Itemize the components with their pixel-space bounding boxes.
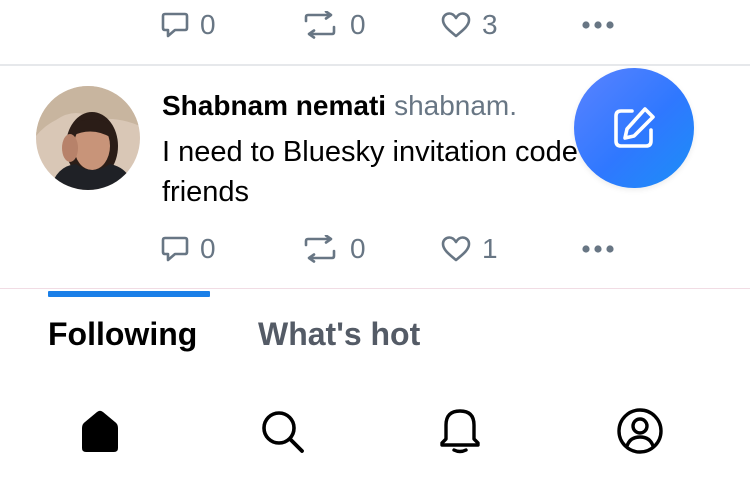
repost-button[interactable]: 0	[300, 224, 366, 274]
like-count: 3	[482, 9, 498, 40]
active-tab-indicator	[48, 291, 210, 297]
like-button[interactable]: 1	[440, 224, 498, 274]
nav-home[interactable]	[70, 396, 130, 466]
avatar-photo	[36, 86, 140, 190]
nav-search[interactable]	[252, 396, 312, 466]
previous-post-actions: 0 0 3	[0, 0, 750, 50]
tab-whats-hot[interactable]: What's hot	[258, 314, 420, 354]
heart-icon	[441, 236, 471, 262]
tab-bar-border	[0, 288, 750, 289]
post-divider	[0, 64, 750, 66]
author-name[interactable]: Shabnam nemati	[162, 90, 386, 121]
notifications-icon	[440, 409, 480, 454]
reply-count: 0	[200, 233, 216, 264]
compose-icon	[614, 107, 655, 148]
more-options-button[interactable]	[582, 0, 614, 50]
nav-profile[interactable]	[610, 396, 670, 466]
reply-icon	[161, 12, 189, 38]
reply-button[interactable]: 0	[160, 0, 216, 50]
home-icon	[82, 410, 118, 452]
author-handle[interactable]: shabnam.	[394, 90, 517, 121]
avatar[interactable]	[36, 86, 140, 190]
post-author: Shabnam nemati shabnam.	[162, 88, 517, 124]
like-button[interactable]: 3	[440, 0, 498, 50]
repost-button[interactable]: 0	[300, 0, 366, 50]
reply-button[interactable]: 0	[160, 224, 216, 274]
repost-icon	[304, 235, 336, 263]
repost-count: 0	[350, 9, 366, 40]
repost-icon	[304, 11, 336, 39]
nav-notifications[interactable]	[430, 396, 490, 466]
like-count: 1	[482, 233, 498, 264]
profile-icon	[617, 408, 663, 454]
repost-count: 0	[350, 233, 366, 264]
search-icon	[262, 411, 304, 453]
bottom-nav	[0, 396, 750, 466]
compose-button[interactable]	[574, 68, 694, 188]
more-options-button[interactable]	[582, 224, 614, 274]
tab-following[interactable]: Following	[48, 314, 197, 354]
heart-icon	[441, 12, 471, 38]
more-icon	[582, 245, 614, 253]
post-actions: 0 0 1	[0, 224, 750, 274]
more-icon	[582, 21, 614, 29]
reply-count: 0	[200, 9, 216, 40]
reply-icon	[161, 236, 189, 262]
